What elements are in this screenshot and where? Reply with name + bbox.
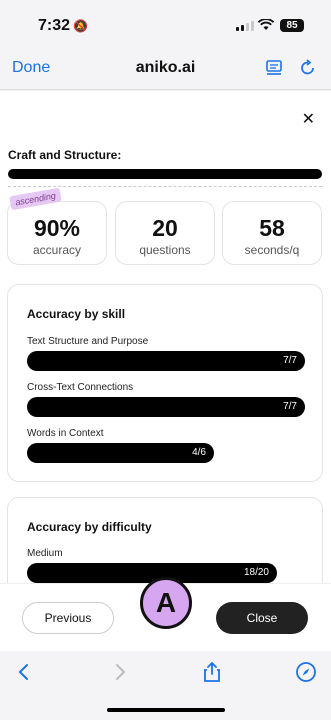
wifi-icon: [258, 19, 274, 30]
panel-title: Accuracy by difficulty: [27, 520, 152, 534]
bell-off-icon: 🔕: [73, 19, 88, 33]
stat-label: questions: [139, 243, 191, 257]
difficulty-label: Medium: [27, 548, 63, 559]
home-indicator: [107, 708, 225, 712]
stat-card-questions: 20 questions: [115, 201, 215, 265]
results-page: ✕ Craft and Structure: 90% accuracy asce…: [0, 91, 331, 651]
stat-label: seconds/q: [244, 243, 300, 257]
reader-view-icon[interactable]: [265, 59, 283, 77]
stat-card-accuracy: 90% accuracy: [7, 201, 107, 265]
close-button[interactable]: Close: [216, 602, 308, 634]
back-icon[interactable]: [12, 660, 36, 684]
stat-value: 20: [152, 215, 178, 241]
battery-icon: 85: [280, 19, 304, 32]
stat-label: accuracy: [32, 243, 82, 257]
skill-bar: 7/7: [27, 351, 305, 371]
accuracy-by-skill-panel: Accuracy by skill Text Structure and Pur…: [7, 284, 323, 482]
difficulty-score: 18/20: [243, 567, 269, 578]
stat-card-seconds: 58 seconds/q: [222, 201, 322, 265]
redacted-text: [8, 169, 322, 179]
status-time: 7:32: [38, 17, 71, 34]
skill-score: 4/6: [192, 447, 206, 458]
stat-value: 90%: [33, 215, 81, 241]
close-icon[interactable]: ✕: [302, 109, 315, 129]
stat-value: 58: [259, 215, 285, 241]
skill-label: Cross-Text Connections: [27, 382, 134, 393]
compass-icon[interactable]: [294, 660, 318, 684]
divider: [8, 186, 322, 187]
avatar-button[interactable]: A: [140, 577, 192, 629]
panel-title: Accuracy by skill: [27, 307, 126, 321]
section-title: Craft and Structure:: [8, 148, 122, 162]
status-bar: 7:32 🔕 85: [0, 0, 331, 50]
skill-bar: 7/7: [27, 397, 305, 417]
browser-header: Done aniko.ai: [0, 50, 331, 90]
share-icon[interactable]: [200, 660, 224, 684]
skill-bar: 4/6: [27, 443, 214, 463]
skill-label: Text Structure and Purpose: [27, 336, 149, 347]
forward-icon[interactable]: [108, 660, 132, 684]
reload-icon[interactable]: [298, 58, 318, 78]
previous-button[interactable]: Previous: [22, 602, 114, 634]
skill-label: Words in Context: [27, 428, 104, 439]
cell-signal-icon: [236, 21, 254, 31]
skill-score: 7/7: [283, 355, 297, 366]
skill-score: 7/7: [283, 401, 297, 412]
